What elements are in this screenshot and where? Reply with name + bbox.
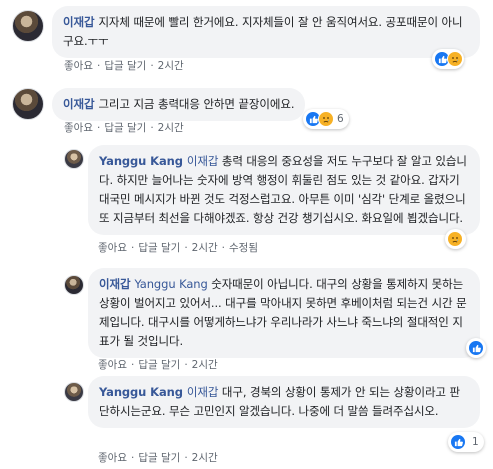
separator: · <box>130 452 135 464</box>
sad-reaction-icon <box>318 111 334 127</box>
sad-reaction-icon <box>447 51 463 67</box>
comment-author[interactable]: 이재갑 <box>99 277 131 291</box>
separator: · <box>96 60 101 72</box>
separator: · <box>184 242 188 254</box>
edited-label[interactable]: 수정됨 <box>229 242 258 254</box>
comment-author[interactable]: 이재갑 <box>63 15 95 29</box>
sad-reaction-icon <box>447 231 463 247</box>
comment-author[interactable]: Yanggu Kang <box>99 385 183 399</box>
like-reaction-icon <box>450 434 466 450</box>
comment-actions: 좋아요 · 답글 달기 · 2시간 <box>64 58 184 73</box>
comment-bubble: 이재갑 지자체 때문에 빨리 한거에요. 지자체들이 잘 안 움직여서요. 공포때… <box>52 6 480 58</box>
mention-tag[interactable]: 이재갑 <box>187 385 219 399</box>
timestamp[interactable]: 2시간 <box>158 122 184 134</box>
comment-bubble: Yanggu Kang 이재갑 총력 대응의 중요성을 저도 누구보다 잘 알고 … <box>88 145 480 235</box>
avatar[interactable] <box>64 382 84 402</box>
comment-actions: 좋아요 · 답글 달기 · 2시간 <box>98 450 218 465</box>
like-button[interactable]: 좋아요 <box>98 359 127 371</box>
reaction-summary[interactable] <box>445 229 466 249</box>
timestamp[interactable]: 2시간 <box>192 359 218 371</box>
separator: · <box>96 122 101 134</box>
reply-button[interactable]: 답글 달기 <box>138 452 180 464</box>
comment-author[interactable]: 이재갑 <box>63 97 95 111</box>
separator: · <box>184 452 188 464</box>
like-reaction-icon <box>468 340 484 356</box>
timestamp[interactable]: 2시간 <box>192 242 218 254</box>
reaction-summary[interactable]: 1 <box>448 432 484 452</box>
reply-button[interactable]: 답글 달기 <box>104 60 146 72</box>
reply-button[interactable]: 답글 달기 <box>138 359 180 371</box>
reply-button[interactable]: 답글 달기 <box>104 122 146 134</box>
avatar[interactable] <box>12 10 44 42</box>
like-button[interactable]: 좋아요 <box>98 242 127 254</box>
comment-bubble: 이재갑 그리고 지금 총력대응 안하면 끝장이에요. <box>52 88 306 121</box>
reaction-count: 6 <box>337 113 344 125</box>
timestamp[interactable]: 2시간 <box>158 60 184 72</box>
reaction-summary[interactable]: 6 <box>303 109 349 129</box>
like-button[interactable]: 좋아요 <box>98 452 127 464</box>
reaction-summary[interactable] <box>432 49 464 69</box>
separator: · <box>184 359 188 371</box>
comment-actions: 좋아요 · 답글 달기 · 2시간 <box>98 357 218 372</box>
avatar[interactable] <box>12 88 44 120</box>
comment-bubble: Yanggu Kang 이재갑 대구, 경북의 상황이 통제가 안 되는 상황이라… <box>88 376 480 428</box>
reply-button[interactable]: 답글 달기 <box>138 242 180 254</box>
comment-actions: 좋아요 · 답글 달기 · 2시간 <box>64 120 184 135</box>
like-button[interactable]: 좋아요 <box>64 60 93 72</box>
reaction-count: 1 <box>472 436 479 448</box>
mention-tag[interactable]: Yanggu Kang <box>134 277 207 291</box>
reaction-summary[interactable] <box>466 338 486 358</box>
comment-bubble: 이재갑 Yanggu Kang 숫자때문이 아닙니다. 대구의 상황을 통제하지 … <box>88 268 480 358</box>
separator: · <box>221 242 226 254</box>
separator: · <box>150 122 154 134</box>
mention-tag[interactable]: 이재갑 <box>187 154 219 168</box>
avatar[interactable] <box>64 275 84 295</box>
separator: · <box>130 242 135 254</box>
timestamp[interactable]: 2시간 <box>192 452 218 464</box>
comment-text: 지자체 때문에 빨리 한거에요. 지자체들이 잘 안 움직여서요. 공포때문이 … <box>63 15 463 48</box>
avatar[interactable] <box>64 149 84 169</box>
separator: · <box>130 359 135 371</box>
comment-actions: 좋아요 · 답글 달기 · 2시간 · 수정됨 <box>98 240 258 255</box>
like-button[interactable]: 좋아요 <box>64 122 93 134</box>
comment-author[interactable]: Yanggu Kang <box>99 154 183 168</box>
comment-text: 그리고 지금 총력대응 안하면 끝장이에요. <box>98 97 295 111</box>
separator: · <box>150 60 154 72</box>
